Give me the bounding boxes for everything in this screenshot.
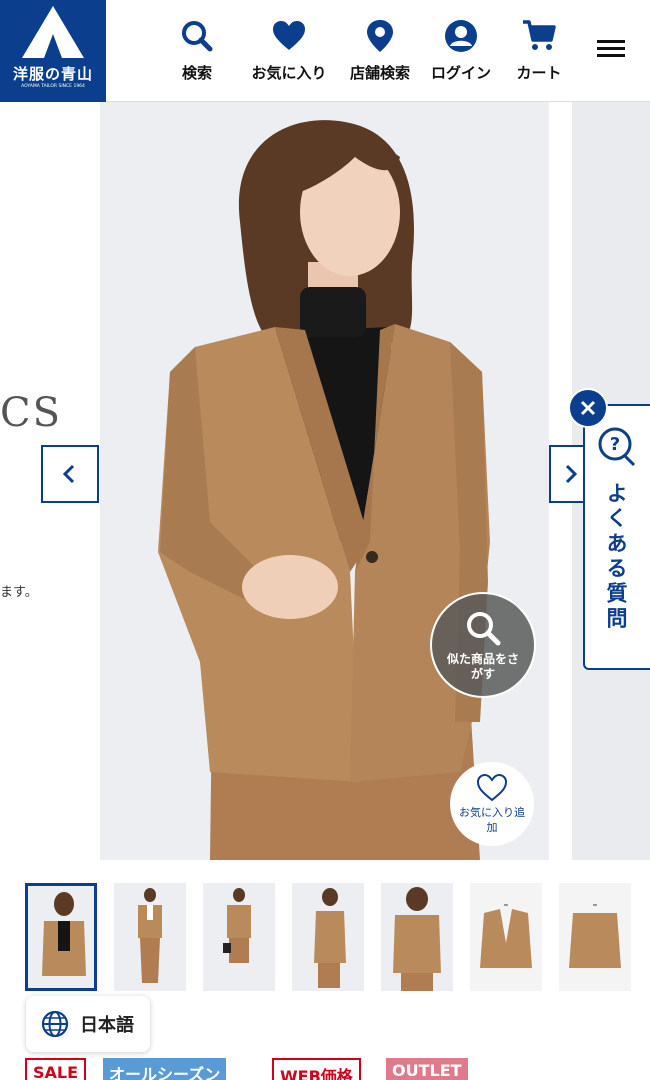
thumbnail-image — [114, 883, 186, 991]
find-similar-button[interactable]: 似た商品をさがす — [430, 592, 536, 698]
thumbnail-image — [292, 883, 364, 991]
model-photo — [100, 102, 549, 860]
user-icon — [445, 20, 477, 52]
nav-login[interactable]: ログイン — [424, 18, 498, 88]
logo-mark-inner — [44, 34, 62, 58]
faq-label: よくある質問 — [604, 482, 628, 632]
site-header: 洋服の青山 AOYAMA TAILOR SINCE 1964 検索 お気に入り … — [0, 0, 650, 102]
heart-icon — [273, 21, 305, 50]
hamburger-line — [597, 54, 625, 57]
language-label: 日本語 — [80, 1015, 134, 1036]
nav-store-search-label: 店舗検索 — [349, 64, 410, 82]
tag-sale: SALE — [25, 1058, 87, 1080]
nav-favorites[interactable]: お気に入り — [244, 18, 334, 88]
thumbnail-strip — [25, 883, 650, 993]
hamburger-menu-icon[interactable] — [597, 40, 625, 62]
thumbnail-6[interactable] — [559, 883, 631, 991]
thumbnail-2[interactable] — [203, 883, 275, 991]
carousel-prev-button[interactable] — [41, 445, 99, 503]
tag-web-price: WEB価格 — [272, 1058, 361, 1080]
thumbnail-5[interactable] — [470, 883, 542, 991]
thumbnail-image — [28, 886, 94, 988]
nav-favorites-label: お気に入り — [251, 64, 327, 82]
chevron-left-icon — [62, 464, 75, 484]
svg-text:?: ? — [610, 434, 620, 455]
language-selector[interactable]: 日本語 — [26, 996, 150, 1052]
heart-outline-icon — [476, 773, 508, 802]
add-favorite-button[interactable]: お気に入り追加 — [450, 762, 534, 846]
nav-cart-label: カート — [516, 64, 562, 82]
logo-text: 洋服の青山 — [12, 65, 93, 83]
faq-side-tab[interactable]: ? よくある質問 — [583, 404, 650, 670]
thumbnail-image — [470, 883, 542, 991]
nav-cart[interactable]: カート — [508, 18, 570, 88]
thumbnail-4[interactable] — [381, 883, 453, 991]
search-icon — [467, 612, 501, 646]
close-icon — [580, 400, 596, 416]
thumbnail-3[interactable] — [292, 883, 364, 991]
faq-close-button[interactable] — [568, 388, 608, 428]
chevron-right-icon — [565, 464, 578, 484]
thumbnail-image — [381, 883, 453, 991]
tag-outlet: OUTLET — [386, 1058, 468, 1080]
nav-login-label: ログイン — [430, 64, 491, 82]
nav-store-search[interactable]: 店舗検索 — [343, 18, 417, 88]
map-pin-icon — [367, 20, 393, 52]
nav-search[interactable]: 検索 — [170, 18, 224, 88]
thumbnail-1[interactable] — [114, 883, 186, 991]
cart-icon — [523, 20, 556, 50]
globe-icon — [41, 1010, 69, 1038]
find-similar-label: 似た商品をさがす — [446, 652, 519, 681]
tag-all-season: オールシーズン — [103, 1058, 227, 1080]
hamburger-line — [597, 40, 625, 43]
search-icon — [182, 21, 213, 52]
product-main-image[interactable] — [100, 102, 549, 860]
nav-search-label: 検索 — [181, 64, 212, 82]
thumbnail-0[interactable] — [25, 883, 97, 991]
prev-slide-note: ます。 — [0, 585, 38, 600]
logo-subtext: AOYAMA TAILOR SINCE 1964 — [21, 84, 85, 89]
thumbnail-image — [203, 883, 275, 991]
thumbnail-image — [559, 883, 631, 991]
brand-logo[interactable]: 洋服の青山 AOYAMA TAILOR SINCE 1964 — [0, 0, 106, 102]
prev-slide-heading: CS — [0, 390, 63, 436]
question-bubble-icon: ? — [598, 427, 636, 467]
hamburger-line — [597, 47, 625, 50]
add-favorite-label: お気に入り追加 — [459, 806, 525, 834]
